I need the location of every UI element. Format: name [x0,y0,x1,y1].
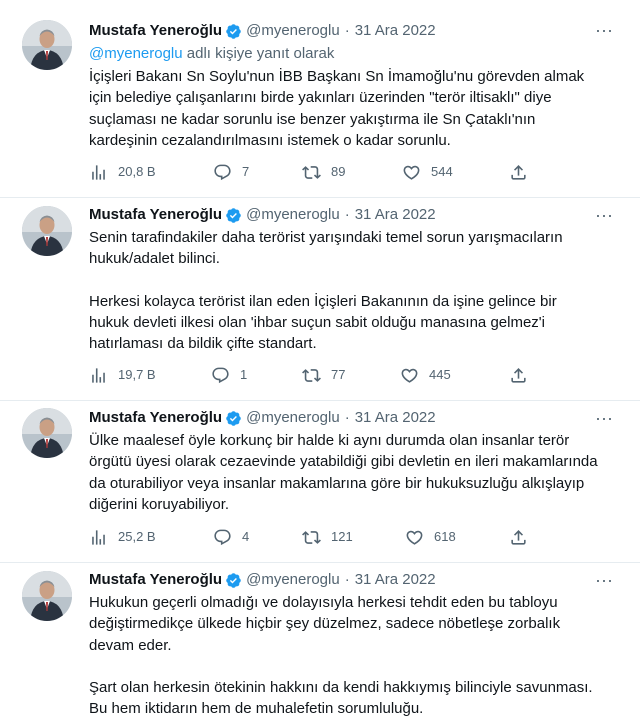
reply-button[interactable]: 1 [211,365,247,385]
separator-dot: · [344,22,350,39]
author-name[interactable]: Mustafa Yeneroğlu [89,20,222,42]
share-button[interactable] [509,365,538,385]
tweet[interactable]: Mustafa Yeneroğlu @myeneroglu · 31 Ara 2… [0,198,640,401]
tweet-text: İçişleri Bakanı Sn Soylu'nun İBB Başkanı… [89,68,585,149]
share-button[interactable] [509,162,538,182]
views-count: 25,2 B [118,529,156,544]
tweet-header: Mustafa Yeneroğlu @myeneroglu · 31 Ara 2… [89,407,600,429]
tweet-date[interactable]: 31 Ara 2022 [355,569,436,591]
author-name[interactable]: Mustafa Yeneroğlu [89,407,222,429]
retweet-count: 121 [331,529,353,544]
avatar[interactable] [22,408,72,458]
speech-bubble-icon [213,528,232,547]
views-button[interactable]: 20,8 B [89,162,156,182]
tweet[interactable]: Mustafa Yeneroğlu @myeneroglu · 31 Ara 2… [0,401,640,563]
retweet-arrows-icon [302,163,321,182]
tweet-text: Senin tarafindakiler daha terörist yarış… [89,229,563,353]
views-button[interactable]: 25,2 B [89,527,156,547]
like-count: 618 [434,529,456,544]
retweet-button[interactable]: 77 [302,365,345,385]
like-button[interactable]: 618 [405,527,456,547]
author-handle[interactable]: @myeneroglu [246,569,340,591]
speech-bubble-icon [213,163,232,182]
retweet-arrows-icon [302,366,321,385]
avatar[interactable] [22,571,72,621]
tweet-date[interactable]: 31 Ara 2022 [355,204,436,226]
views-button[interactable]: 19,7 B [89,365,156,385]
share-upload-icon [509,366,528,385]
reply-count: 4 [242,529,250,544]
retweet-button[interactable]: 89 [302,162,345,182]
bar-chart-icon [89,163,108,182]
retweet-button[interactable]: 121 [302,527,353,547]
tweet-header: Mustafa Yeneroğlu @myeneroglu · 31 Ara 2… [89,204,600,226]
views-count: 20,8 B [118,164,156,179]
avatar[interactable] [22,206,72,256]
tweet-date[interactable]: 31 Ara 2022 [355,20,436,42]
share-upload-icon [509,163,528,182]
like-count: 445 [429,367,451,382]
views-count: 19,7 B [118,367,156,382]
heart-icon [402,163,421,182]
separator-dot: · [344,206,350,223]
reply-mention-link[interactable]: @myeneroglu [89,45,183,62]
reply-button[interactable]: 4 [213,527,249,547]
more-dots-icon[interactable]: ··· [594,409,614,432]
like-button[interactable]: 544 [402,162,453,182]
avatar[interactable] [22,20,72,70]
tweet-text: Hukukun geçerli olmadığı ve dolayısıyla … [89,594,593,718]
reply-count: 1 [240,367,248,382]
tweet-date[interactable]: 31 Ara 2022 [355,407,436,429]
action-bar: 25,2 B 4 121 618 [89,527,539,547]
more-dots-icon[interactable]: ··· [594,206,614,229]
author-handle[interactable]: @myeneroglu [246,204,340,226]
author-handle[interactable]: @myeneroglu [246,407,340,429]
bar-chart-icon [89,366,108,385]
action-bar: 19,7 B 1 77 445 [89,365,539,385]
reply-context: @myeneroglu adlı kişiye yanıt olarak [89,44,334,64]
share-button[interactable] [509,527,538,547]
author-name[interactable]: Mustafa Yeneroğlu [89,569,222,591]
bar-chart-icon [89,528,108,547]
verified-badge-icon [225,410,242,427]
reply-count: 7 [242,164,250,179]
tweet[interactable]: Mustafa Yeneroğlu @myeneroglu · 31 Ara 2… [0,0,640,198]
like-count: 544 [431,164,453,179]
author-name[interactable]: Mustafa Yeneroğlu [89,204,222,226]
tweet[interactable]: Mustafa Yeneroğlu @myeneroglu · 31 Ara 2… [0,563,640,719]
more-dots-icon[interactable]: ··· [594,21,614,44]
tweet-text: Ülke maalesef öyle korkunç bir halde ki … [89,432,598,513]
speech-bubble-icon [211,366,230,385]
share-upload-icon [509,528,528,547]
heart-icon [405,528,424,547]
verified-badge-icon [225,207,242,224]
retweet-arrows-icon [302,528,321,547]
separator-dot: · [344,571,350,588]
like-button[interactable]: 445 [400,365,451,385]
separator-dot: · [344,409,350,426]
author-handle[interactable]: @myeneroglu [246,20,340,42]
retweet-count: 77 [331,367,346,382]
tweet-header: Mustafa Yeneroğlu @myeneroglu · 31 Ara 2… [89,20,600,42]
more-dots-icon[interactable]: ··· [594,571,614,594]
action-bar: 20,8 B 7 89 544 [89,162,539,182]
heart-icon [400,366,419,385]
verified-badge-icon [225,23,242,40]
reply-context-text: adlı kişiye yanıt olarak [182,45,335,62]
verified-badge-icon [225,572,242,589]
reply-button[interactable]: 7 [213,162,249,182]
retweet-count: 89 [331,164,346,179]
tweet-header: Mustafa Yeneroğlu @myeneroglu · 31 Ara 2… [89,569,600,591]
